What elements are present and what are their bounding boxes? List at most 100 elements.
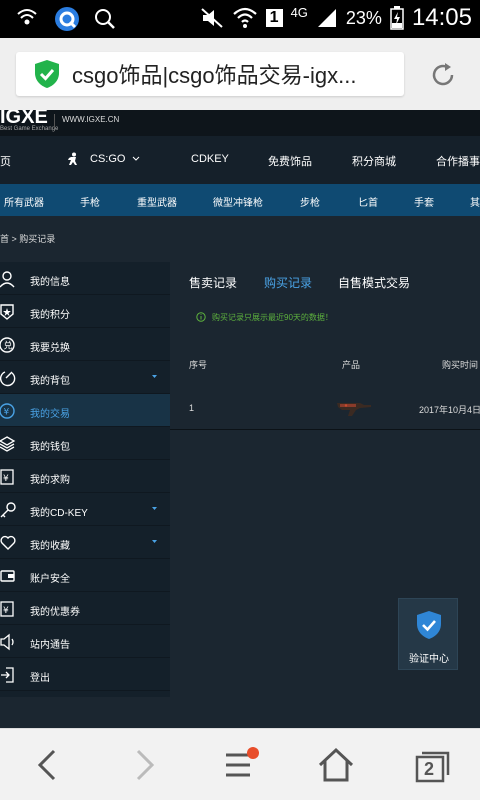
menu-icon[interactable] (220, 745, 260, 785)
verify-center-button[interactable]: 验证中心 (398, 598, 458, 670)
sidebar-item-redeem[interactable]: 兑 我要兑换 (0, 328, 170, 361)
sidebar-item-label: 我的优惠券 (30, 607, 80, 618)
coupon-icon: ¥ (0, 601, 14, 617)
category-gloves[interactable]: 手套 (414, 194, 434, 209)
exchange-icon: 兑 (0, 337, 15, 353)
wallet-layers-icon (0, 436, 16, 452)
wifi-icon (232, 7, 257, 28)
wifi-calling-icon (17, 9, 37, 25)
network-type: 4G (290, 4, 308, 20)
backpack-icon (0, 371, 16, 387)
col-purchase-time: 购买时间 (442, 360, 479, 370)
sidebar-item-my-info[interactable]: 我的信息 (0, 262, 170, 295)
reload-icon[interactable] (428, 60, 458, 90)
weapon-thumbnail-icon[interactable] (336, 398, 372, 418)
sidebar-item-label: 账户安全 (30, 574, 70, 585)
logout-icon (1, 667, 14, 683)
header-divider (54, 114, 55, 128)
category-all-weapons[interactable]: 所有武器 (4, 194, 44, 209)
request-icon: ¥ (0, 469, 14, 485)
svg-text:¥: ¥ (3, 606, 9, 616)
tab-sale-records[interactable]: 售卖记录 (189, 274, 237, 291)
sidebar-item-account-security[interactable]: 账户安全 (0, 559, 170, 592)
tab-purchase-records[interactable]: 购买记录 (264, 274, 312, 291)
browser-bottom-bar: 2 (0, 728, 480, 800)
site-domain: WWW.IGXE.CN (62, 115, 120, 124)
tabs-button[interactable]: 2 (412, 745, 452, 785)
row-purchase-date: 2017年10月4日 (419, 405, 480, 415)
col-product: 产品 (342, 360, 361, 370)
chevron-down-icon (152, 375, 157, 378)
security-icon (0, 570, 15, 582)
main-nav: 页 CS:GO CDKEY 免费饰品 积分商城 合作播事 (0, 136, 480, 184)
sidebar-item-label: 我的信息 (30, 277, 70, 288)
notice-text: 购买记录只展示最近90天的数据！ (212, 313, 333, 322)
tab-self-sale-trades[interactable]: 自售模式交易 (338, 274, 410, 291)
tab-count: 2 (424, 759, 435, 779)
sidebar-item-backpack[interactable]: 我的背包 (0, 361, 170, 394)
category-smg[interactable]: 微型冲锋枪 (213, 194, 263, 209)
sidebar-item-label: 我的收藏 (30, 541, 70, 552)
page-title-url: csgo饰品|csgo饰品交易-igx... (72, 63, 357, 88)
sim-badge: 1 (265, 9, 283, 27)
category-knives[interactable]: 匕首 (358, 194, 378, 209)
chevron-down-icon (152, 540, 157, 543)
shield-check-icon (417, 611, 441, 639)
verify-center-label: 验证中心 (409, 654, 449, 665)
sidebar-item-wallet[interactable]: 我的钱包 (0, 427, 170, 460)
sidebar-item-label: 我的背包 (30, 376, 70, 387)
sidebar-item-cdkey[interactable]: 我的CD-KEY (0, 493, 170, 526)
badge-icon (0, 304, 14, 320)
secure-shield-icon (35, 60, 59, 88)
mute-icon (200, 8, 223, 28)
sidebar-item-label: 站内通告 (30, 640, 70, 651)
category-rifles[interactable]: 步枪 (300, 194, 320, 209)
key-icon (0, 502, 16, 518)
chevron-down-icon (152, 507, 157, 510)
forward-icon[interactable] (124, 745, 164, 785)
sidebar-item-label: 我的积分 (30, 310, 70, 321)
sidebar-item-label: 我的求购 (30, 475, 70, 486)
sidebar-item-label: 登出 (30, 673, 50, 684)
sidebar-item-label: 我的钱包 (30, 442, 70, 453)
category-pistols[interactable]: 手枪 (80, 194, 100, 209)
account-sidebar: 我的信息 我的积分 兑 我要兑换 我的背包 ¥ 我的交易 我的钱包 ¥ 我的求购 (0, 262, 170, 697)
sidebar-item-my-points[interactable]: 我的积分 (0, 295, 170, 328)
nav-home-fragment[interactable]: 页 (0, 153, 11, 169)
yen-icon: ¥ (0, 403, 15, 419)
nav-cdkey[interactable]: CDKEY (191, 153, 229, 165)
sidebar-item-requests[interactable]: ¥ 我的求购 (0, 460, 170, 493)
notice-banner: 购买记录只展示最近90天的数据！ (192, 306, 480, 328)
sidebar-item-label: 我的CD-KEY (30, 508, 88, 519)
signal-icon (317, 9, 336, 27)
col-index: 序号 (189, 360, 208, 370)
sidebar-item-coupons[interactable]: ¥ 我的优惠券 (0, 592, 170, 625)
clock: 14:05 (411, 4, 472, 31)
chevron-down-icon (132, 156, 140, 161)
back-icon[interactable] (28, 745, 68, 785)
user-icon (0, 271, 15, 288)
sidebar-item-my-trades[interactable]: ¥ 我的交易 (0, 394, 170, 427)
address-bar[interactable]: csgo饰品|csgo饰品交易-igx... (16, 52, 404, 96)
table-row[interactable]: 1 2017年10月4日 (170, 388, 480, 430)
speaker-icon (0, 633, 14, 651)
home-icon[interactable] (316, 745, 356, 785)
logo-subtitle: Best Game Exchange (0, 126, 59, 132)
web-content: IGXE Best Game Exchange WWW.IGXE.CN 页 CS… (0, 110, 480, 728)
nav-free-items[interactable]: 免费饰品 (268, 153, 312, 169)
battery-charging-icon (390, 6, 404, 30)
sidebar-item-announcements[interactable]: 站内通告 (0, 625, 170, 658)
q-app-icon (55, 7, 79, 31)
sidebar-item-favorites[interactable]: 我的收藏 (0, 526, 170, 559)
category-nav: 所有武器 手枪 重型武器 微型冲锋枪 步枪 匕首 手套 其 (0, 184, 480, 216)
sidebar-item-label: 我要兑换 (30, 343, 70, 354)
battery-percent: 23% (345, 7, 382, 28)
search-icon (95, 9, 115, 29)
sidebar-item-logout[interactable]: 登出 (0, 658, 170, 691)
soldier-icon (68, 152, 77, 165)
nav-partner[interactable]: 合作播事 (436, 153, 480, 169)
nav-points-mall[interactable]: 积分商城 (352, 153, 396, 169)
category-heavy[interactable]: 重型武器 (137, 194, 177, 209)
nav-game-select[interactable]: CS:GO (90, 153, 125, 165)
category-other[interactable]: 其 (470, 194, 480, 209)
